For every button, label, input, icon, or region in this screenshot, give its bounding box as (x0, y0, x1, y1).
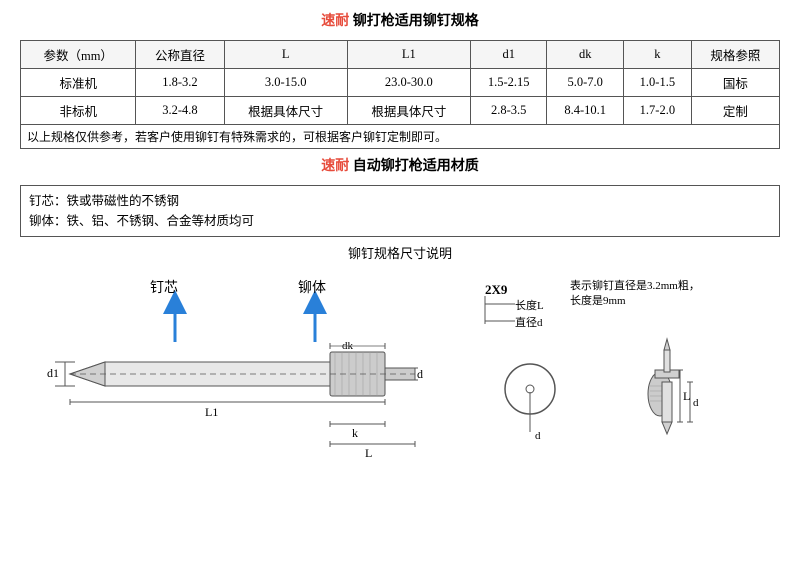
svg-text:L: L (365, 446, 372, 459)
col-header-d1: d1 (470, 41, 547, 69)
side-svg: 2X9 长度L 直径d d (475, 274, 765, 459)
cell-s-0: 标准机 (21, 69, 136, 97)
svg-text:长度L: 长度L (515, 298, 544, 312)
table-header-row: 参数（mm） 公称直径 L L1 d1 dk k 规格参照 (21, 41, 780, 69)
cell-s-3: 23.0-30.0 (347, 69, 470, 97)
brand2: 速耐 (321, 157, 349, 173)
svg-text:d: d (417, 367, 423, 381)
cell-n-1: 3.2-4.8 (136, 97, 224, 125)
diagram-area: 钉芯 铆体 (20, 274, 780, 454)
svg-text:2X9: 2X9 (485, 282, 508, 297)
svg-text:钉芯: 钉芯 (150, 280, 178, 296)
brand1: 速耐 (321, 12, 349, 28)
cell-s-1: 1.8-3.2 (136, 69, 224, 97)
svg-text:L: L (683, 389, 690, 403)
svg-text:d: d (693, 397, 699, 409)
cell-n-5: 8.4-10.1 (547, 97, 624, 125)
col-header-param: 参数（mm） (21, 41, 136, 69)
title2-text: 自动铆打枪适用材质 (353, 157, 479, 173)
svg-text:k: k (352, 426, 358, 440)
col-header-k: k (623, 41, 691, 69)
svg-text:L1: L1 (205, 405, 218, 419)
title3: 铆钉规格尺寸说明 (20, 243, 780, 262)
cell-s-6: 1.0-1.5 (623, 69, 691, 97)
cell-n-7: 定制 (691, 97, 779, 125)
table-note: 以上规格仅供参考，若客户使用铆钉有特殊需求的，可根据客户铆钉定制即可。 (21, 125, 780, 149)
cell-n-6: 1.7-2.0 (623, 97, 691, 125)
spec-table: 参数（mm） 公称直径 L L1 d1 dk k 规格参照 标准机 1.8-3.… (20, 40, 780, 149)
col-header-L1: L1 (347, 41, 470, 69)
svg-text:d: d (535, 430, 541, 442)
svg-text:铆体: 铆体 (298, 280, 326, 296)
side-diagram: 2X9 长度L 直径d d (475, 274, 755, 454)
title1-text: 铆打枪适用铆钉规格 (353, 12, 479, 28)
title1: 速耐 铆打枪适用铆钉规格 (20, 10, 780, 30)
cell-n-2: 根据具体尺寸 (224, 97, 347, 125)
spec-table-container: 参数（mm） 公称直径 L L1 d1 dk k 规格参照 标准机 1.8-3.… (20, 40, 780, 149)
material-line1: 钉芯：铁或带磁性的不锈钢 (29, 191, 771, 211)
svg-text:直径d: 直径d (515, 315, 543, 329)
title2: 速耐 自动铆打枪适用材质 (20, 155, 780, 175)
cell-n-4: 2.8-3.5 (470, 97, 547, 125)
svg-text:d1: d1 (47, 366, 59, 380)
material-line2: 铆体：铁、铝、不锈钢、合金等材质均可 (29, 211, 771, 231)
rivet-svg: 钉芯 铆体 (45, 274, 465, 459)
col-header-dk: dk (547, 41, 624, 69)
svg-text:长度是9mm: 长度是9mm (570, 293, 626, 307)
table-row-standard: 标准机 1.8-3.2 3.0-15.0 23.0-30.0 1.5-2.15 … (21, 69, 780, 97)
table-note-row: 以上规格仅供参考，若客户使用铆钉有特殊需求的，可根据客户铆钉定制即可。 (21, 125, 780, 149)
col-header-L: L (224, 41, 347, 69)
rivet-diagram: 钉芯 铆体 (45, 274, 465, 454)
page: 速耐 铆打枪适用铆钉规格 参数（mm） 公称直径 L L1 d1 dk k 规格… (0, 0, 800, 570)
cell-s-7: 国标 (691, 69, 779, 97)
svg-text:表示铆钉直径是3.2mm粗，: 表示铆钉直径是3.2mm粗， (570, 278, 700, 292)
cell-s-5: 5.0-7.0 (547, 69, 624, 97)
col-header-ref: 规格参照 (691, 41, 779, 69)
cell-s-4: 1.5-2.15 (470, 69, 547, 97)
table-row-nonstandard: 非标机 3.2-4.8 根据具体尺寸 根据具体尺寸 2.8-3.5 8.4-10… (21, 97, 780, 125)
cell-n-0: 非标机 (21, 97, 136, 125)
cell-n-3: 根据具体尺寸 (347, 97, 470, 125)
cell-s-2: 3.0-15.0 (224, 69, 347, 97)
material-box: 钉芯：铁或带磁性的不锈钢 铆体：铁、铝、不锈钢、合金等材质均可 (20, 185, 780, 237)
col-header-diameter: 公称直径 (136, 41, 224, 69)
